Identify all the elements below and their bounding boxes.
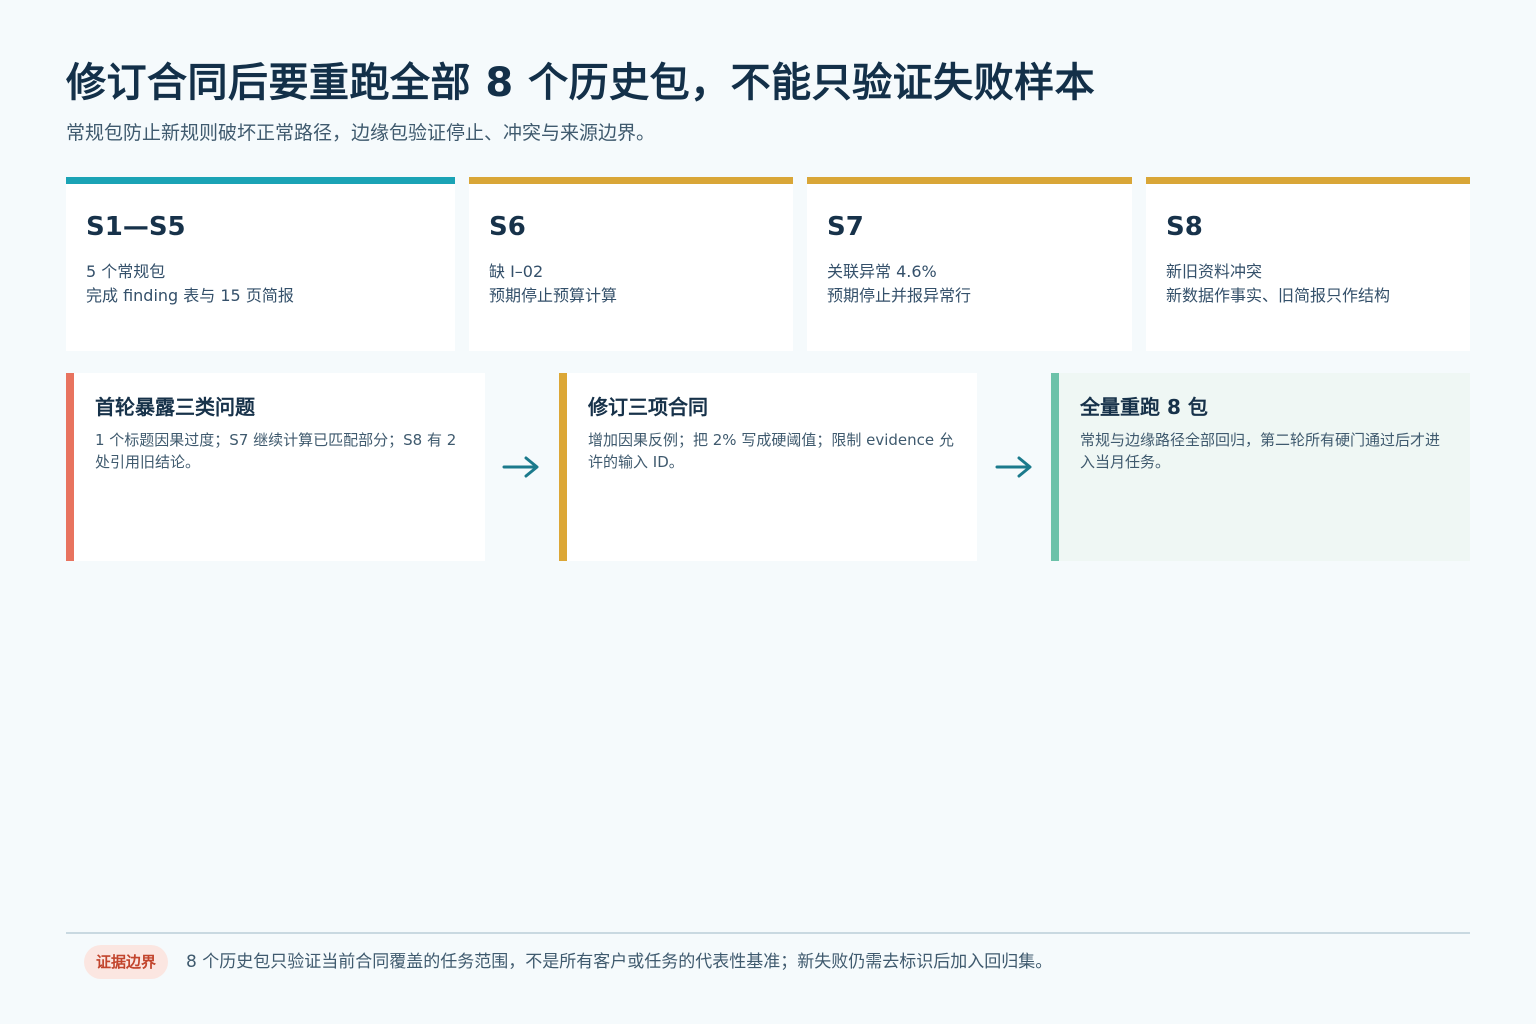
pack-card-s6: S6 缺 I–02 预期停止预算计算 (469, 177, 793, 351)
flow-step-revise: 修订三项合同 增加因果反例；把 2% 写成硬阈值；限制 evidence 允许的… (559, 373, 977, 561)
pack-line: 关联异常 4.6% (827, 262, 937, 281)
step-title: 首轮暴露三类问题 (95, 395, 255, 419)
pack-card-s8: S8 新旧资料冲突 新数据作事实、旧简报只作结构 (1146, 177, 1470, 351)
pack-line: 5 个常规包 (86, 262, 166, 281)
page-subtitle: 常规包防止新规则破坏正常路径，边缘包验证停止、冲突与来源边界。 (66, 122, 656, 144)
pack-line: 新旧资料冲突 (1166, 262, 1263, 281)
step-body: 常规与边缘路径全部回归，第二轮所有硬门通过后才进入当月任务。 (1080, 431, 1441, 471)
evidence-boundary-badge: 证据边界 (84, 945, 169, 979)
pack-code: S8 (1166, 212, 1203, 242)
page: 修订合同后要重跑全部 8 个历史包，不能只验证失败样本 常规包防止新规则破坏正常… (0, 0, 1536, 1024)
page-title: 修订合同后要重跑全部 8 个历史包，不能只验证失败样本 (66, 60, 1096, 106)
step-body: 增加因果反例；把 2% 写成硬阈值；限制 evidence 允许的输入 ID。 (588, 431, 954, 471)
flow-step-rerun: 全量重跑 8 包 常规与边缘路径全部回归，第二轮所有硬门通过后才进入当月任务。 (1051, 373, 1470, 561)
step-title: 全量重跑 8 包 (1080, 395, 1208, 419)
pack-card-s7: S7 关联异常 4.6% 预期停止并报异常行 (807, 177, 1132, 351)
pack-line: 预期停止预算计算 (489, 286, 618, 305)
pack-code: S7 (827, 212, 864, 242)
flow-step-issues: 首轮暴露三类问题 1 个标题因果过度；S7 继续计算已匹配部分；S8 有 2 处… (66, 373, 485, 561)
pack-line: 预期停止并报异常行 (827, 286, 972, 305)
pack-line: 新数据作事实、旧简报只作结构 (1166, 286, 1391, 305)
arrow-right-icon (995, 456, 1032, 478)
arrow-right-icon (502, 456, 539, 478)
pack-line: 完成 finding 表与 15 页简报 (86, 286, 294, 305)
pack-code: S1—S5 (86, 212, 186, 242)
pack-code: S6 (489, 212, 526, 242)
pack-line: 缺 I–02 (489, 262, 544, 281)
footer-note: 8 个历史包只验证当前合同覆盖的任务范围，不是所有客户或任务的代表性基准；新失败… (186, 952, 1053, 972)
step-body: 1 个标题因果过度；S7 继续计算已匹配部分；S8 有 2 处引用旧结论。 (95, 431, 457, 471)
pack-card-s1-s5: S1—S5 5 个常规包 完成 finding 表与 15 页简报 (66, 177, 455, 351)
pack-row: S1—S5 5 个常规包 完成 finding 表与 15 页简报 S6 缺 I… (66, 177, 1470, 351)
revision-flow: 首轮暴露三类问题 1 个标题因果过度；S7 继续计算已匹配部分；S8 有 2 处… (66, 373, 1470, 561)
step-title: 修订三项合同 (588, 395, 708, 419)
footer-divider (66, 932, 1470, 934)
